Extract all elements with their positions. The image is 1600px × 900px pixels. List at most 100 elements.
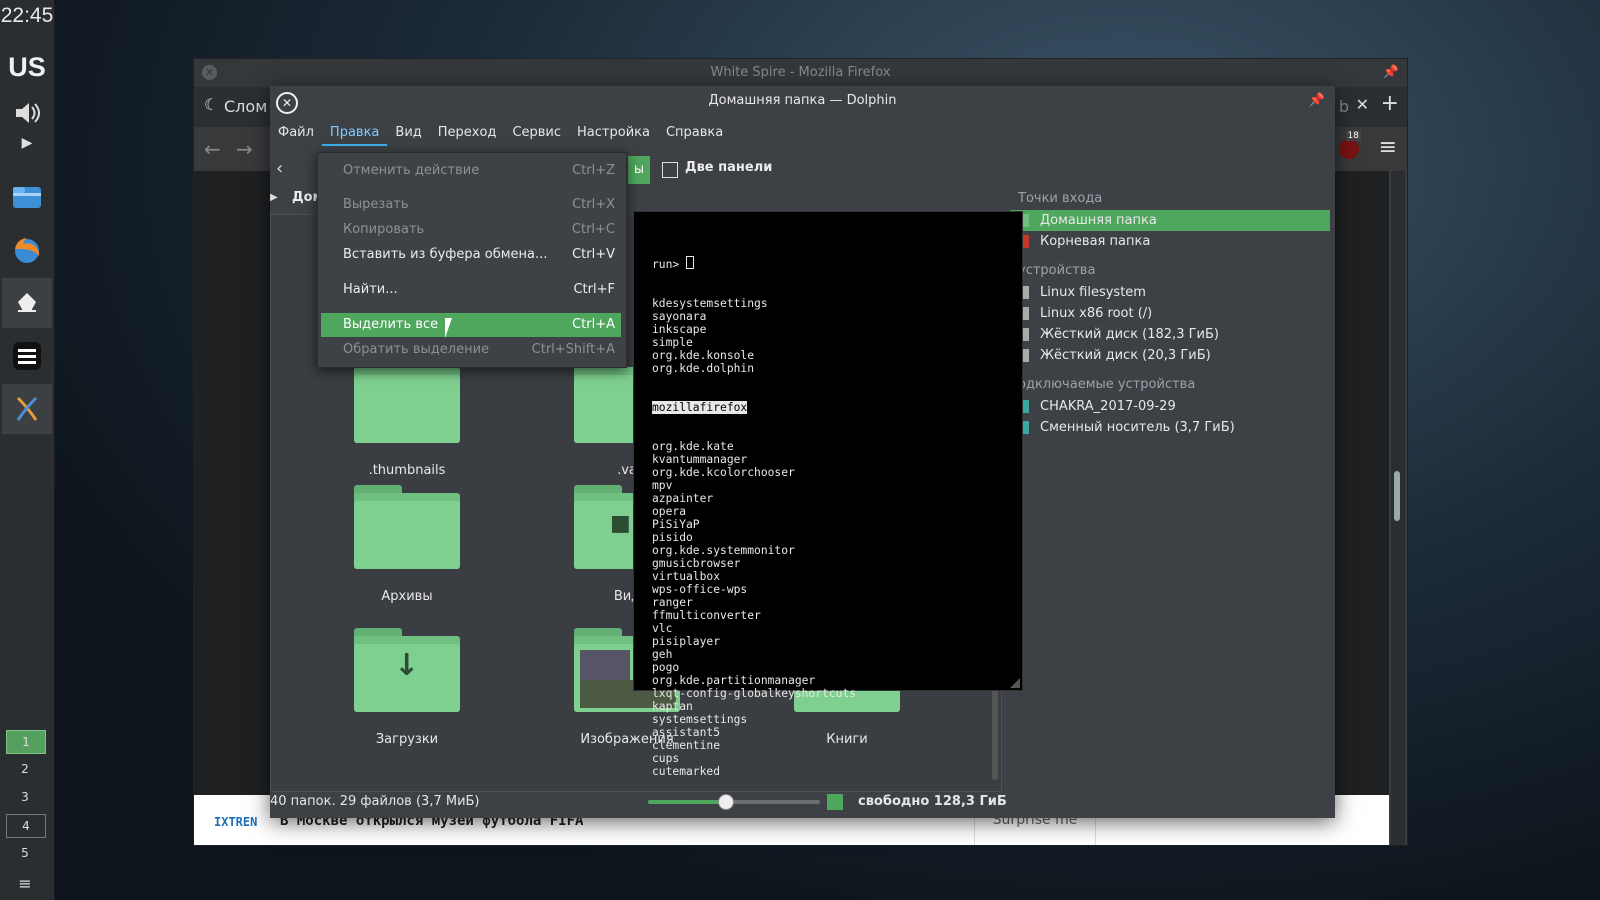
firefox-scrollbar[interactable] bbox=[1391, 171, 1405, 845]
run-item[interactable]: clementine bbox=[652, 739, 856, 752]
tasklist-icon[interactable] bbox=[2, 331, 52, 381]
run-item[interactable]: org.kde.konsole bbox=[652, 349, 856, 362]
folder-downloads[interactable]: ↓ Загрузки bbox=[354, 628, 464, 748]
place-root[interactable]: Корневая папка bbox=[1010, 231, 1330, 252]
run-item[interactable]: azpainter bbox=[652, 492, 856, 505]
desktop-2[interactable]: 2 bbox=[6, 758, 44, 780]
desktop-3[interactable]: 3 bbox=[6, 786, 44, 808]
resize-grip-icon[interactable] bbox=[1010, 678, 1020, 688]
run-item[interactable]: vlc bbox=[652, 622, 856, 635]
run-item[interactable]: sayonara bbox=[652, 310, 856, 323]
run-item[interactable]: geh bbox=[652, 648, 856, 661]
back-icon[interactable]: ← bbox=[204, 137, 221, 161]
run-list: run> kdesystemsettings sayonara inkscape si… bbox=[652, 230, 856, 804]
desktop-1[interactable]: 1 bbox=[6, 730, 46, 754]
run-item[interactable]: org.kde.dolphin bbox=[652, 362, 856, 375]
folder-thumbnails[interactable]: .thumbnails bbox=[354, 359, 464, 479]
clock[interactable]: 22:45 bbox=[0, 4, 54, 28]
firefox-close-icon[interactable]: ✕ bbox=[202, 65, 217, 80]
folder-archives[interactable]: Архивы bbox=[354, 485, 464, 605]
run-item[interactable]: systemsettings bbox=[652, 713, 856, 726]
dolphin-close-icon[interactable]: ✕ bbox=[276, 92, 298, 114]
file-view-scrollbar[interactable] bbox=[992, 685, 998, 780]
menu-edit[interactable]: Правка bbox=[321, 122, 388, 146]
device-linux-root[interactable]: Linux x86 root (/) bbox=[1010, 303, 1330, 324]
menu-icon[interactable]: ≡ bbox=[6, 872, 44, 894]
split-view-button[interactable]: Две панели bbox=[685, 160, 772, 175]
menu-item-copy[interactable]: Копировать Ctrl+C bbox=[321, 218, 621, 242]
run-item[interactable]: cups bbox=[652, 752, 856, 765]
run-item[interactable]: org.kde.kate bbox=[652, 440, 856, 453]
run-item[interactable]: gmusicbrowser bbox=[652, 557, 856, 570]
run-item[interactable]: org.kde.systemmonitor bbox=[652, 544, 856, 557]
run-item[interactable]: kdesystemsettings bbox=[652, 297, 856, 310]
file-manager-icon[interactable] bbox=[2, 172, 52, 222]
menu-file[interactable]: Файл bbox=[270, 122, 322, 146]
desktop-5[interactable]: 5 bbox=[6, 842, 44, 864]
firefox-tab[interactable]: Слом bbox=[224, 97, 267, 116]
run-item[interactable]: kvantummanager bbox=[652, 453, 856, 466]
menu-view[interactable]: Вид bbox=[387, 122, 429, 146]
place-label: Жёсткий диск (182,3 ГиБ) bbox=[1040, 327, 1219, 342]
menu-help[interactable]: Справка bbox=[658, 122, 731, 146]
run-item[interactable]: ranger bbox=[652, 596, 856, 609]
expand-arrow-icon[interactable]: ▶ bbox=[2, 130, 52, 156]
run-item[interactable]: pogo bbox=[652, 661, 856, 674]
run-item[interactable]: mpv bbox=[652, 479, 856, 492]
breadcrumb-arrow-icon[interactable]: ▶ bbox=[270, 192, 278, 203]
menu-item-undo[interactable]: Отменить действие Ctrl+Z bbox=[321, 159, 621, 183]
device-hdd-182[interactable]: Жёсткий диск (182,3 ГиБ) bbox=[1010, 324, 1330, 345]
hamburger-menu-icon[interactable]: ≡ bbox=[1379, 135, 1397, 160]
menu-item-paste[interactable]: Вставить из буфера обмена... Ctrl+V bbox=[321, 243, 621, 267]
run-item[interactable]: lxqt-config-globalkeyshortcuts bbox=[652, 687, 856, 700]
removable-media[interactable]: Сменный носитель (3,7 ГиБ) bbox=[1010, 417, 1330, 438]
run-item[interactable]: PiSiYaP bbox=[652, 518, 856, 531]
dolphin-titlebar: Домашняя папка — Dolphin ✕ 📌 bbox=[270, 86, 1335, 120]
run-item[interactable]: inkscape bbox=[652, 323, 856, 336]
place-home[interactable]: Домашняя папка bbox=[1010, 210, 1330, 231]
toolbar-back-icon[interactable]: ‹ bbox=[276, 158, 283, 179]
toolbar-partial-button[interactable]: ы bbox=[628, 156, 650, 184]
menu-go[interactable]: Переход bbox=[430, 122, 505, 146]
tab-close-icon[interactable]: ✕ bbox=[1356, 95, 1369, 114]
dolphin-pin-icon[interactable]: 📌 bbox=[1309, 86, 1325, 116]
run-item[interactable]: org.kde.kcolorchooser bbox=[652, 466, 856, 479]
scroll-thumb[interactable] bbox=[1394, 471, 1400, 521]
menu-settings[interactable]: Настройка bbox=[569, 122, 658, 146]
removable-chakra[interactable]: CHAKRA_2017-09-29 bbox=[1010, 396, 1330, 417]
run-item[interactable]: virtualbox bbox=[652, 570, 856, 583]
news-source[interactable]: IXTREN bbox=[214, 815, 257, 829]
menu-item-cut[interactable]: Вырезать Ctrl+X bbox=[321, 193, 621, 217]
removable-header: одключаемые устройства bbox=[1018, 377, 1196, 392]
device-linux-filesystem[interactable]: Linux filesystem bbox=[1010, 282, 1330, 303]
run-item[interactable]: kaptan bbox=[652, 700, 856, 713]
run-item[interactable]: org.kde.partitionmanager bbox=[652, 674, 856, 687]
run-item[interactable]: simple bbox=[652, 336, 856, 349]
run-item[interactable]: pisiplayer bbox=[652, 635, 856, 648]
desktop-4[interactable]: 4 bbox=[6, 814, 46, 838]
run-item[interactable]: ffmulticonverter bbox=[652, 609, 856, 622]
run-prompt[interactable]: run> bbox=[652, 256, 856, 271]
forward-icon[interactable]: → bbox=[236, 137, 253, 161]
device-hdd-20[interactable]: Жёсткий диск (20,3 ГиБ) bbox=[1010, 345, 1330, 366]
run-item-selected[interactable]: mozillafirefox bbox=[652, 401, 748, 414]
menu-item-find[interactable]: Найти... Ctrl+F bbox=[321, 278, 621, 302]
ublock-icon[interactable] bbox=[1339, 139, 1359, 159]
menu-tools[interactable]: Сервис bbox=[504, 122, 569, 146]
keyboard-layout[interactable]: US bbox=[0, 52, 54, 83]
run-item[interactable]: wps-office-wps bbox=[652, 583, 856, 596]
pen-tool-icon[interactable] bbox=[2, 278, 52, 328]
run-item[interactable]: pisido bbox=[652, 531, 856, 544]
menu-item-invert-selection[interactable]: Обратить выделение Ctrl+Shift+A bbox=[321, 338, 621, 362]
places-panel: Точки входа Домашняя папка Корневая папк… bbox=[1010, 188, 1330, 438]
split-view-icon[interactable] bbox=[662, 162, 678, 178]
x-app-icon[interactable] bbox=[2, 384, 52, 434]
pin-icon[interactable]: 📌 bbox=[1383, 59, 1399, 87]
run-item[interactable]: cutemarked bbox=[652, 765, 856, 778]
run-item[interactable]: assistant5 bbox=[652, 726, 856, 739]
menu-item-select-all[interactable]: Выделить все Ctrl+A bbox=[321, 313, 621, 337]
place-label: Корневая папка bbox=[1040, 234, 1151, 249]
run-item[interactable]: opera bbox=[652, 505, 856, 518]
new-tab-icon[interactable]: + bbox=[1381, 91, 1399, 116]
firefox-icon[interactable] bbox=[2, 225, 52, 275]
